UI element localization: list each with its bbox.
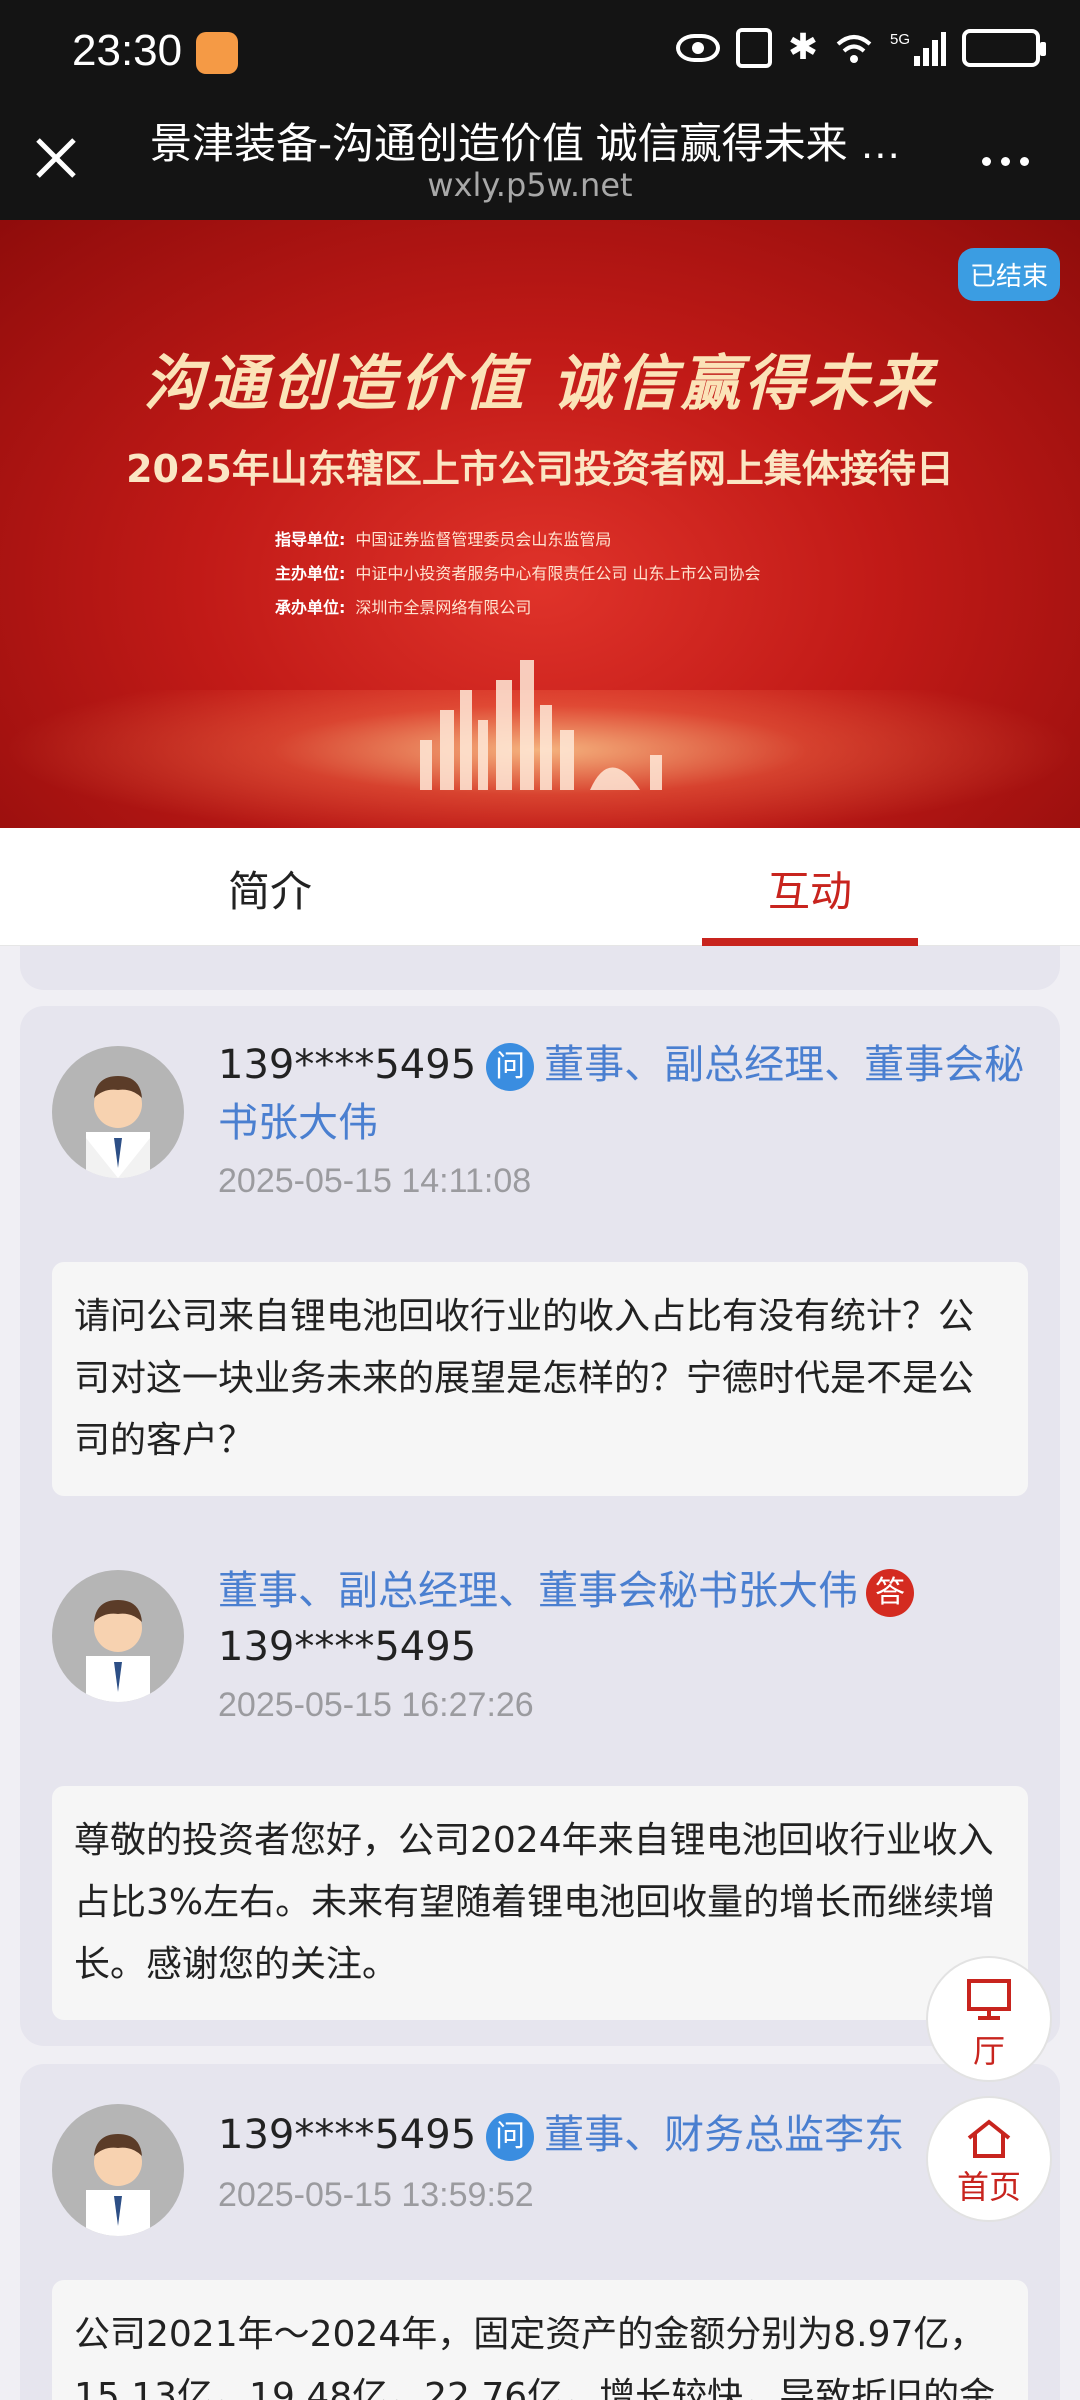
eye-icon bbox=[675, 34, 720, 62]
wifi-icon bbox=[836, 35, 872, 63]
home-label: 首页 bbox=[956, 2168, 1021, 2206]
recipient-name[interactable]: 董事、财务总监李东 bbox=[544, 2112, 904, 2158]
bluetooth-icon: ✱ bbox=[787, 27, 818, 68]
status-badge: 已结束 bbox=[957, 248, 1060, 301]
organizer-line: 主办单位: 中证中小投资者服务中心有限责任公司 山东上市公司协会 bbox=[275, 564, 761, 583]
qa-card: 139****5495 问董事、副总经理、董事会秘书张大伟 2025-05-15 … bbox=[20, 1006, 1060, 2046]
dot-icon bbox=[1020, 156, 1029, 166]
hall-label: 厅 bbox=[972, 2032, 1005, 2070]
question-text: 请问公司来自锂电池回收行业的收入占比有没有统计？公司对这一块业务未来的展望是怎样… bbox=[52, 1262, 1028, 1496]
page-url: wxly.p5w.net bbox=[427, 166, 633, 204]
question-text: 公司2021年～2024年，固定资产的金额分别为8.97亿，15.13亿，19.… bbox=[52, 2280, 1028, 2400]
asker-name: 139****5495 bbox=[218, 2112, 477, 2158]
tab-intro[interactable]: 简介 bbox=[120, 858, 420, 919]
asker-name: 139****5495 bbox=[218, 1042, 477, 1088]
organizer-line: 承办单位: 深圳市全景网络有限公司 bbox=[275, 598, 532, 617]
city-skyline-image bbox=[420, 660, 662, 790]
battery-icon bbox=[962, 29, 1046, 67]
answer-tag: 答 bbox=[866, 1569, 914, 1617]
hall-button[interactable]: 厅 bbox=[926, 1956, 1052, 2082]
monitor-icon bbox=[967, 1979, 1011, 2020]
network-type: 5G bbox=[890, 31, 910, 48]
home-button[interactable]: 首页 bbox=[926, 2096, 1052, 2222]
responder-name[interactable]: 董事、副总经理、董事会秘书张大伟 bbox=[218, 1568, 858, 1614]
signal-icon: 5G bbox=[890, 31, 946, 66]
avatar bbox=[52, 2104, 184, 2236]
banner-title: 2025年山东辖区上市公司投资者网上集体接待日 bbox=[126, 447, 954, 491]
status-bar: 23:30 ✱ 5G bbox=[0, 0, 1080, 110]
status-time: 23:30 bbox=[72, 26, 183, 75]
tab-interaction[interactable]: 互动 bbox=[660, 858, 960, 919]
question-tag: 问 bbox=[486, 2113, 535, 2161]
tab-bar: 简介 互动 bbox=[0, 828, 1080, 946]
browser-title-bar: 景津装备-沟通创造价值 诚信赢得未来 2025年山东辖区上市公司投资者网上集体接… bbox=[0, 110, 1080, 220]
answer-timestamp: 2025-05-15 16:27:26 bbox=[218, 1686, 534, 1724]
status-icons: ✱ 5G bbox=[675, 27, 1046, 68]
dot-icon bbox=[982, 156, 991, 166]
person-icon bbox=[86, 2134, 150, 2236]
event-banner: 沟通创造价值 诚信赢得未来 2025年山东辖区上市公司投资者网上集体接待日 指导… bbox=[0, 220, 1080, 828]
avatar bbox=[52, 1570, 184, 1702]
answer-recipient: 139****5495 bbox=[218, 1624, 477, 1670]
person-icon bbox=[86, 1600, 150, 1702]
question-header: 139****5495 问董事、财务总监李东 bbox=[218, 2106, 1028, 2164]
nfc-icon bbox=[735, 28, 772, 68]
qa-card: 139****5495 问董事、财务总监李东 2025-05-15 13:59:5… bbox=[20, 2064, 1060, 2400]
banner-slogan: 沟通创造价值 诚信赢得未来 bbox=[143, 349, 937, 419]
question-timestamp: 2025-05-15 13:59:52 bbox=[218, 2176, 534, 2214]
previous-card-edge bbox=[20, 946, 1060, 990]
close-icon[interactable] bbox=[28, 130, 84, 186]
banner-organizers: 指导单位: 中国证券监督管理委员会山东监管局 主办单位: 中证中小投资者服务中心有限… bbox=[275, 523, 761, 625]
avatar bbox=[52, 1046, 184, 1178]
question-timestamp: 2025-05-15 14:11:08 bbox=[218, 1162, 532, 1200]
app-notification-icon bbox=[196, 32, 238, 74]
dot-icon bbox=[1001, 156, 1010, 166]
question-tag: 问 bbox=[486, 1043, 535, 1091]
more-menu-button[interactable] bbox=[982, 146, 1042, 176]
answer-header: 董事、副总经理、董事会秘书张大伟答 bbox=[218, 1562, 1028, 1620]
home-icon bbox=[967, 2119, 1011, 2158]
active-tab-indicator bbox=[702, 938, 918, 946]
page-title: 景津装备-沟通创造价值 诚信赢得未来 2025年山东辖区上市公司投资者网上集体接… bbox=[150, 120, 910, 167]
question-header: 139****5495 问董事、副总经理、董事会秘书张大伟 bbox=[218, 1036, 1028, 1152]
organizer-line: 指导单位: 中国证券监督管理委员会山东监管局 bbox=[275, 530, 612, 549]
answer-text: 尊敬的投资者您好，公司2024年来自锂电池回收行业收入占比3%左右。未来有望随着… bbox=[52, 1786, 1028, 2020]
person-icon bbox=[86, 1076, 150, 1178]
